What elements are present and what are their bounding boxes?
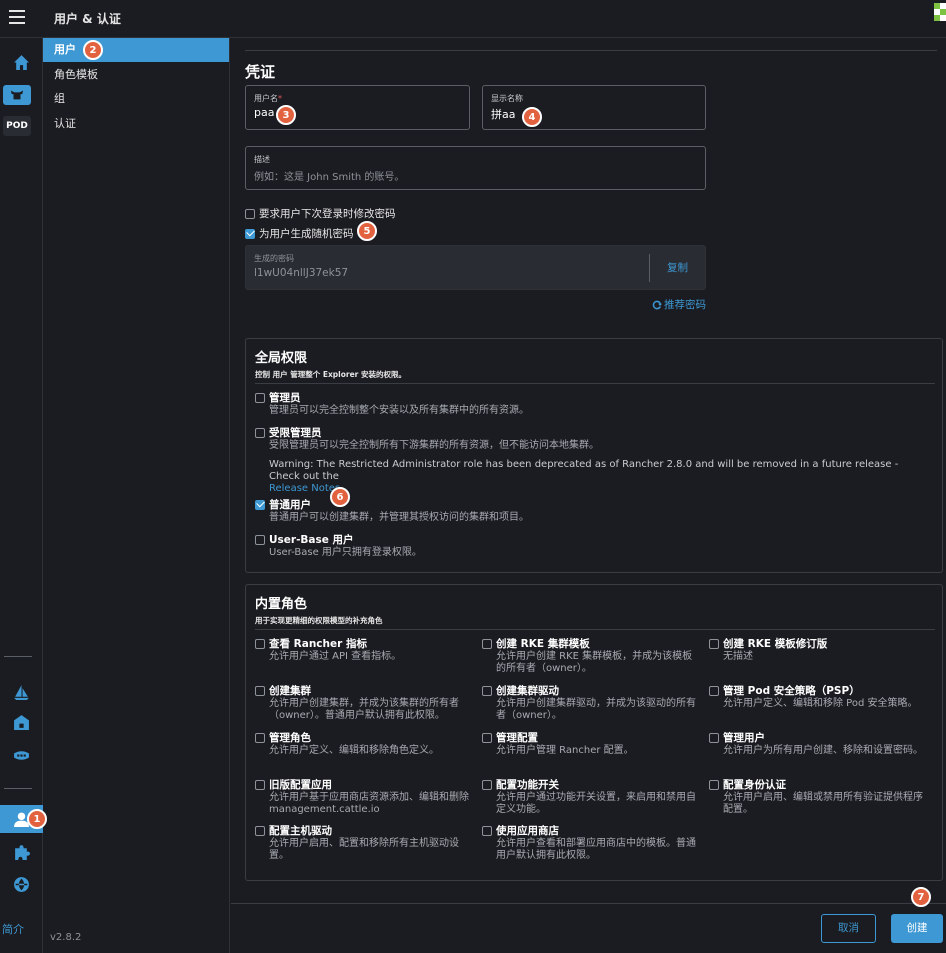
globe-icon[interactable] [0,870,43,898]
checkbox-box[interactable] [255,638,265,649]
builtin-role-option[interactable]: 查看 Rancher 指标 允许用户通过 API 查看指标。 [255,636,475,663]
require-change-checkbox[interactable]: 要求用户下次登录时修改密码 [245,206,396,221]
checkbox-box[interactable] [255,779,265,790]
nav-item-groups[interactable]: 组 [43,87,229,111]
generate-random-checkbox[interactable]: 为用户生成随机密码 [245,226,354,241]
nav-item-users[interactable]: 用户 [43,38,229,62]
pod-cluster-icon[interactable]: POD [3,116,31,136]
builtin-role-option[interactable]: 创建集群 允许用户创建集群，并成为该集群的所有者（owner）。普通用户默认拥有此… [255,683,475,722]
builtin-role-option[interactable]: 使用应用商店 允许用户查看和部署应用商店中的模板。普通用户默认拥有此权限。 [482,823,702,862]
builtin-role-option[interactable]: 管理用户 允许用户为所有用户创建、移除和设置密码。 [709,730,929,757]
checkbox-box[interactable] [709,732,719,743]
app-window: 用户 & 认证 POD 简介 用户 角色模板 组 认证 v2.8.2 凭证 用户… [0,0,946,953]
checkbox-box[interactable] [709,638,719,649]
builtin-role-option[interactable]: 创建 RKE 模板修订版 无描述 [709,636,929,663]
checkbox-box[interactable] [255,499,265,510]
virtualization-icon[interactable] [0,741,43,769]
checkbox-box[interactable] [255,392,265,403]
create-button[interactable]: 创建 [891,914,943,943]
brand-logo-icon [934,3,946,33]
username-label: 用户名* [254,94,282,103]
checkbox-box[interactable] [482,685,492,696]
checkbox-box[interactable] [482,732,492,743]
global-option[interactable]: User-Base 用户 User-Base 用户只拥有登录权限。 [255,532,422,559]
checkbox-box[interactable] [709,685,719,696]
step-badge: 3 [276,105,296,125]
menu-icon[interactable] [9,10,25,24]
checkbox-box[interactable] [255,427,265,438]
generated-password-field: 生成的密码 l1wU04nllJ37ek57 复制 [245,245,706,290]
intro-link[interactable]: 简介 [2,921,24,937]
global-option[interactable]: 普通用户 普通用户可以创建集群，并管理其授权访问的集群和项目。 [255,497,529,524]
generated-password-value: l1wU04nllJ37ek57 [254,267,349,279]
checkbox-box[interactable] [482,638,492,649]
credentials-heading: 凭证 [245,63,276,81]
footer: 取消 创建 [231,903,946,953]
builtin-role-option[interactable]: 旧版配置应用 允许用户基于应用商店资源添加、编辑和删除management.cat… [255,777,475,816]
fleet-sailboat-icon[interactable] [0,678,43,706]
global-permissions-card: 全局权限 控制 用户 管理整个 Explorer 安装的权限。 管理员 管理员可… [245,338,943,573]
builtin-role-option[interactable]: 配置功能开关 允许用户通过功能开关设置，来启用和禁用自定义功能。 [482,777,702,816]
step-badge: 2 [83,40,103,60]
builtin-role-option[interactable]: 创建 RKE 集群模板 允许用户创建 RKE 集群模板，并成为该模板的所有者（ow… [482,636,702,675]
step-badge: 7 [911,887,931,907]
display-name-input[interactable]: 拼aa [491,106,515,122]
description-field[interactable]: 描述 例如：这是 John Smith 的账号。 [245,146,706,190]
builtin-role-option[interactable]: 管理角色 允许用户定义、编辑和移除角色定义。 [255,730,475,757]
divider [245,50,937,51]
deprecation-warning: Warning: The Restricted Administrator ro… [269,459,899,494]
generated-password-label: 生成的密码 [254,254,294,263]
divider [255,383,935,384]
checkbox-box[interactable] [255,732,265,743]
divider [255,629,935,630]
checkbox-box[interactable] [245,228,255,239]
global-permissions-title: 全局权限 [255,351,308,366]
nav-item-auth[interactable]: 认证 [43,112,229,136]
version-label: v2.8.2 [50,932,82,943]
description-label: 描述 [254,155,270,164]
builtin-role-option[interactable]: 管理 Pod 安全策略（PSP） 允许用户定义、编辑和移除 Pod 安全策略。 [709,683,929,710]
checkbox-box[interactable] [245,208,255,219]
cancel-button[interactable]: 取消 [821,914,876,943]
release-notes-link[interactable]: Release Notes [269,483,340,494]
side-nav: 用户 角色模板 组 认证 v2.8.2 [43,38,230,953]
builtin-roles-subtitle: 用于实现更精细的权限模型的补充角色 [255,616,383,625]
display-name-label: 显示名称 [491,94,523,103]
builtin-role-option[interactable]: 配置身份认证 允许用户启用、编辑或禁用所有验证提供程序配置。 [709,777,929,816]
rail-divider [4,656,32,657]
checkbox-box[interactable] [255,534,265,545]
cluster-management-icon[interactable] [0,708,43,736]
step-badge: 6 [330,487,350,507]
main-content: 凭证 用户名* paa 显示名称 拼aa 描述 例如：这是 John Smith… [231,38,946,903]
checkbox-box[interactable] [709,779,719,790]
builtin-role-option[interactable]: 配置主机驱动 允许用户启用、配置和移除所有主机驱动设置。 [255,823,475,862]
global-permissions-subtitle: 控制 用户 管理整个 Explorer 安装的权限。 [255,370,406,379]
checkbox-box[interactable] [255,825,265,836]
top-bar: 用户 & 认证 [0,0,946,38]
page-title: 用户 & 认证 [54,12,121,26]
suggest-password-link[interactable]: 推荐密码 [652,297,706,312]
global-option[interactable]: 管理员 管理员可以完全控制整个安装以及所有集群中的所有资源。 [255,390,529,417]
description-input[interactable]: 例如：这是 John Smith 的账号。 [254,168,404,183]
username-input[interactable]: paa [254,106,274,119]
extensions-puzzle-icon[interactable] [0,838,43,866]
rail-divider [4,788,32,789]
step-badge: 1 [27,809,47,829]
builtin-role-option[interactable]: 管理配置 允许用户管理 Rancher 配置。 [482,730,702,757]
copy-button[interactable]: 复制 [649,254,705,282]
nav-item-role-templates[interactable]: 角色模板 [43,63,229,87]
builtin-roles-title: 内置角色 [255,597,308,612]
checkbox-box[interactable] [255,685,265,696]
refresh-icon [652,300,662,309]
step-badge: 5 [357,221,377,241]
builtin-roles-card: 内置角色 用于实现更精细的权限模型的补充角色 查看 Rancher 指标 允许用户… [245,584,943,881]
display-name-field[interactable]: 显示名称 拼aa [482,85,706,130]
builtin-role-option[interactable]: 创建集群驱动 允许用户创建集群驱动，并成为该驱动的所有者（owner）。 [482,683,702,722]
global-option[interactable]: 受限管理员 受限管理员可以完全控制所有下游集群的所有资源，但不能访问本地集群。 [255,425,599,452]
checkbox-box[interactable] [482,825,492,836]
home-icon[interactable] [0,48,43,76]
step-badge: 4 [522,107,542,127]
cluster-cow-icon[interactable] [3,85,31,105]
checkbox-box[interactable] [482,779,492,790]
